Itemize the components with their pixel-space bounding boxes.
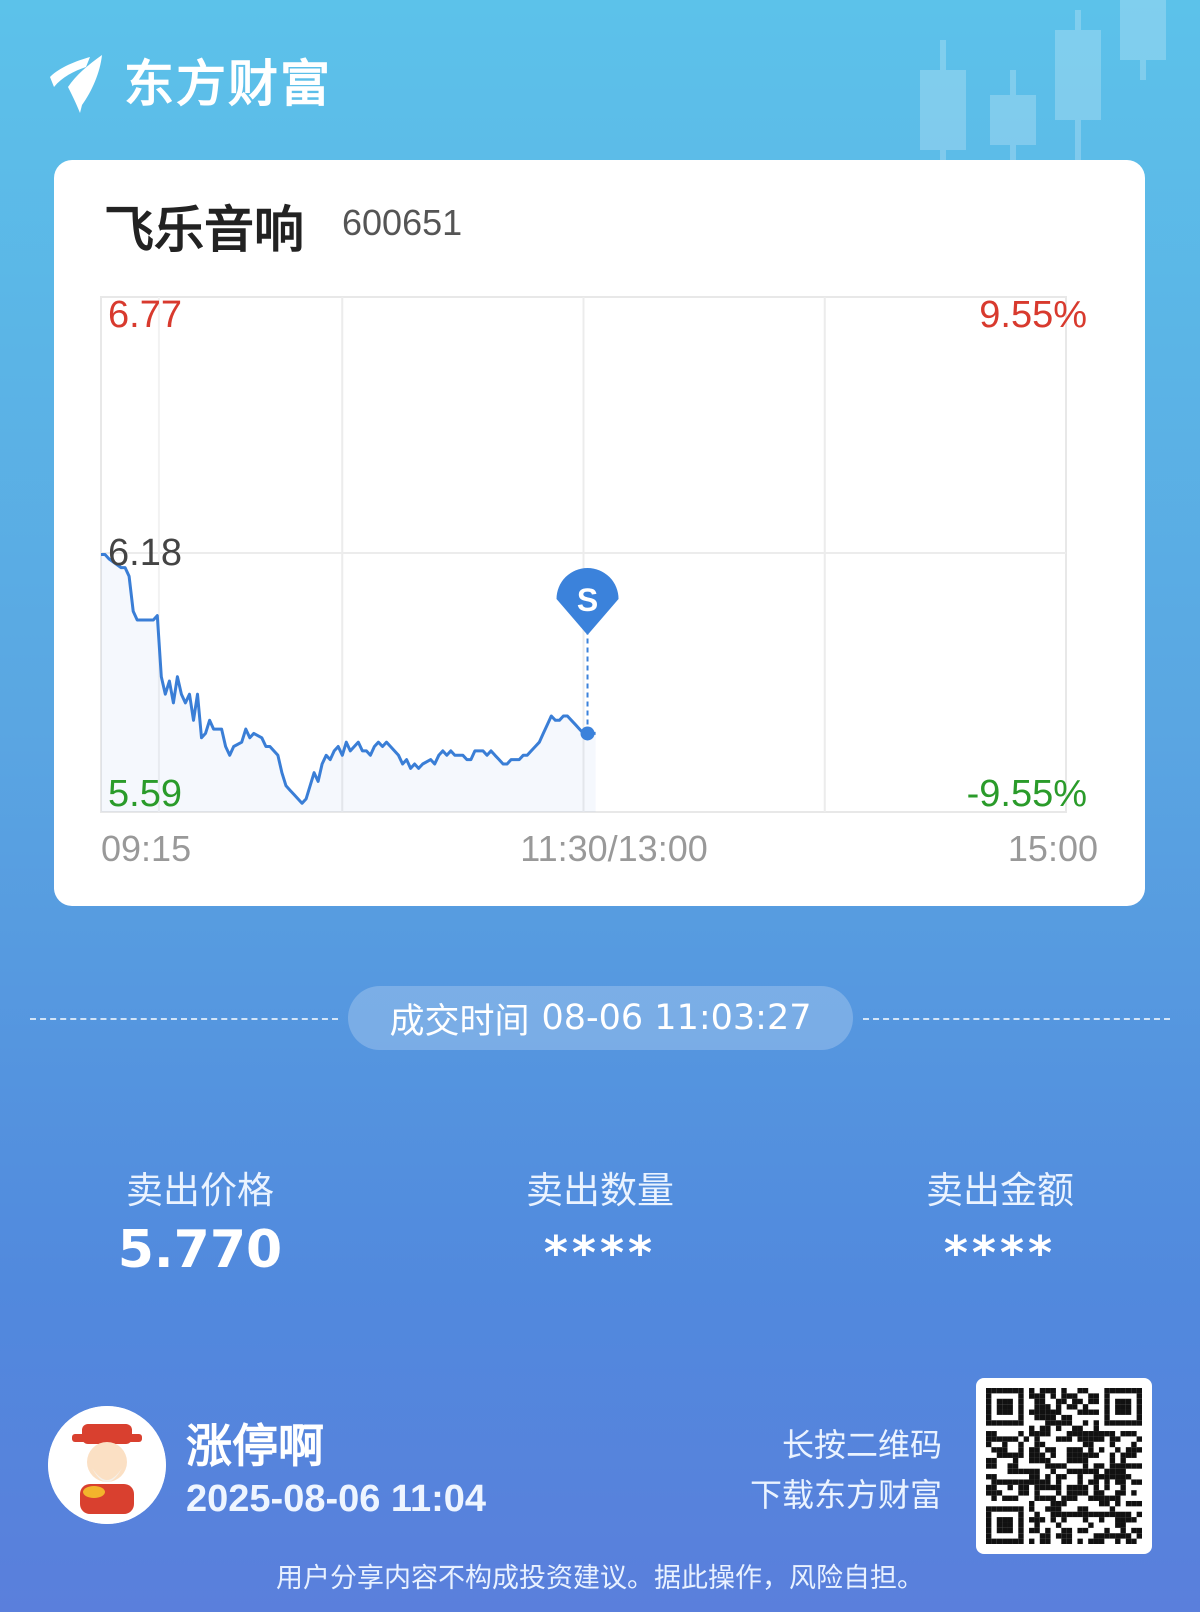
stock-card: S 6.77 6.18 5.59 9.55% -9.55% 09:15 11:30/13:00… [54, 160, 1145, 906]
pct-label-max: 9.55% [979, 294, 1087, 336]
y-label-max: 6.77 [108, 294, 182, 336]
stat-label: 卖出数量 [526, 1169, 674, 1212]
dashed-line-left [30, 1018, 338, 1020]
avatar[interactable] [48, 1406, 166, 1524]
share-time: 2025-08-06 11:04 [186, 1478, 487, 1520]
stock-name: 飞乐音响 [104, 201, 304, 259]
brand-logo-icon [50, 55, 102, 113]
app-header: 东方财富 [46, 44, 332, 116]
stat-value: 5.770 [117, 1220, 283, 1280]
stat-label: 卖出金额 [926, 1169, 1074, 1212]
marker-label: S [577, 582, 598, 618]
x-label-mid: 11:30/13:00 [520, 828, 708, 869]
stat-sell-quantity: 卖出数量 **** [460, 1160, 740, 1280]
qr-hint-line1: 长按二维码 [781, 1426, 942, 1464]
brand-name: 东方财富 [124, 55, 332, 113]
pct-label-min: -9.55% [967, 773, 1087, 815]
y-label-min: 5.59 [108, 773, 182, 815]
intraday-chart: S 6.77 6.18 5.59 9.55% -9.55% 09:15 11:30/13:00… [100, 294, 1098, 869]
trade-time-pill: 成交时间 08-06 11:03:27 [348, 986, 853, 1050]
stat-sell-amount: 卖出金额 **** [860, 1160, 1140, 1280]
x-label-open: 09:15 [101, 828, 191, 869]
stock-code: 600651 [342, 202, 463, 243]
dashed-line-right [863, 1018, 1170, 1020]
trade-time-divider: 成交时间 08-06 11:03:27 [30, 984, 1170, 1054]
username: 涨停啊 [186, 1419, 324, 1473]
trade-stats: 卖出价格 5.770 卖出数量 **** 卖出金额 **** [0, 1160, 1200, 1300]
trade-time-label: 成交时间 [389, 1001, 530, 1042]
fortune-god-avatar-icon [48, 1406, 166, 1524]
qr-hint-line2: 下载东方财富 [749, 1476, 942, 1514]
stat-value: **** [543, 1226, 657, 1280]
stat-label: 卖出价格 [126, 1169, 274, 1212]
y-label-mid: 6.18 [108, 532, 182, 574]
x-label-close: 15:00 [1008, 828, 1098, 869]
qr-code[interactable] [976, 1378, 1152, 1554]
marker-dot [580, 726, 595, 741]
stat-value: **** [943, 1226, 1057, 1280]
disclaimer: 用户分享内容不构成投资建议。据此操作，风险自担。 [276, 1563, 924, 1594]
qr-hint: 长按二维码 下载东方财富 [750, 1420, 942, 1520]
qr-code-icon [986, 1388, 1142, 1544]
trade-time-value: 08-06 11:03:27 [541, 998, 812, 1038]
stat-sell-price: 卖出价格 5.770 [60, 1160, 340, 1280]
